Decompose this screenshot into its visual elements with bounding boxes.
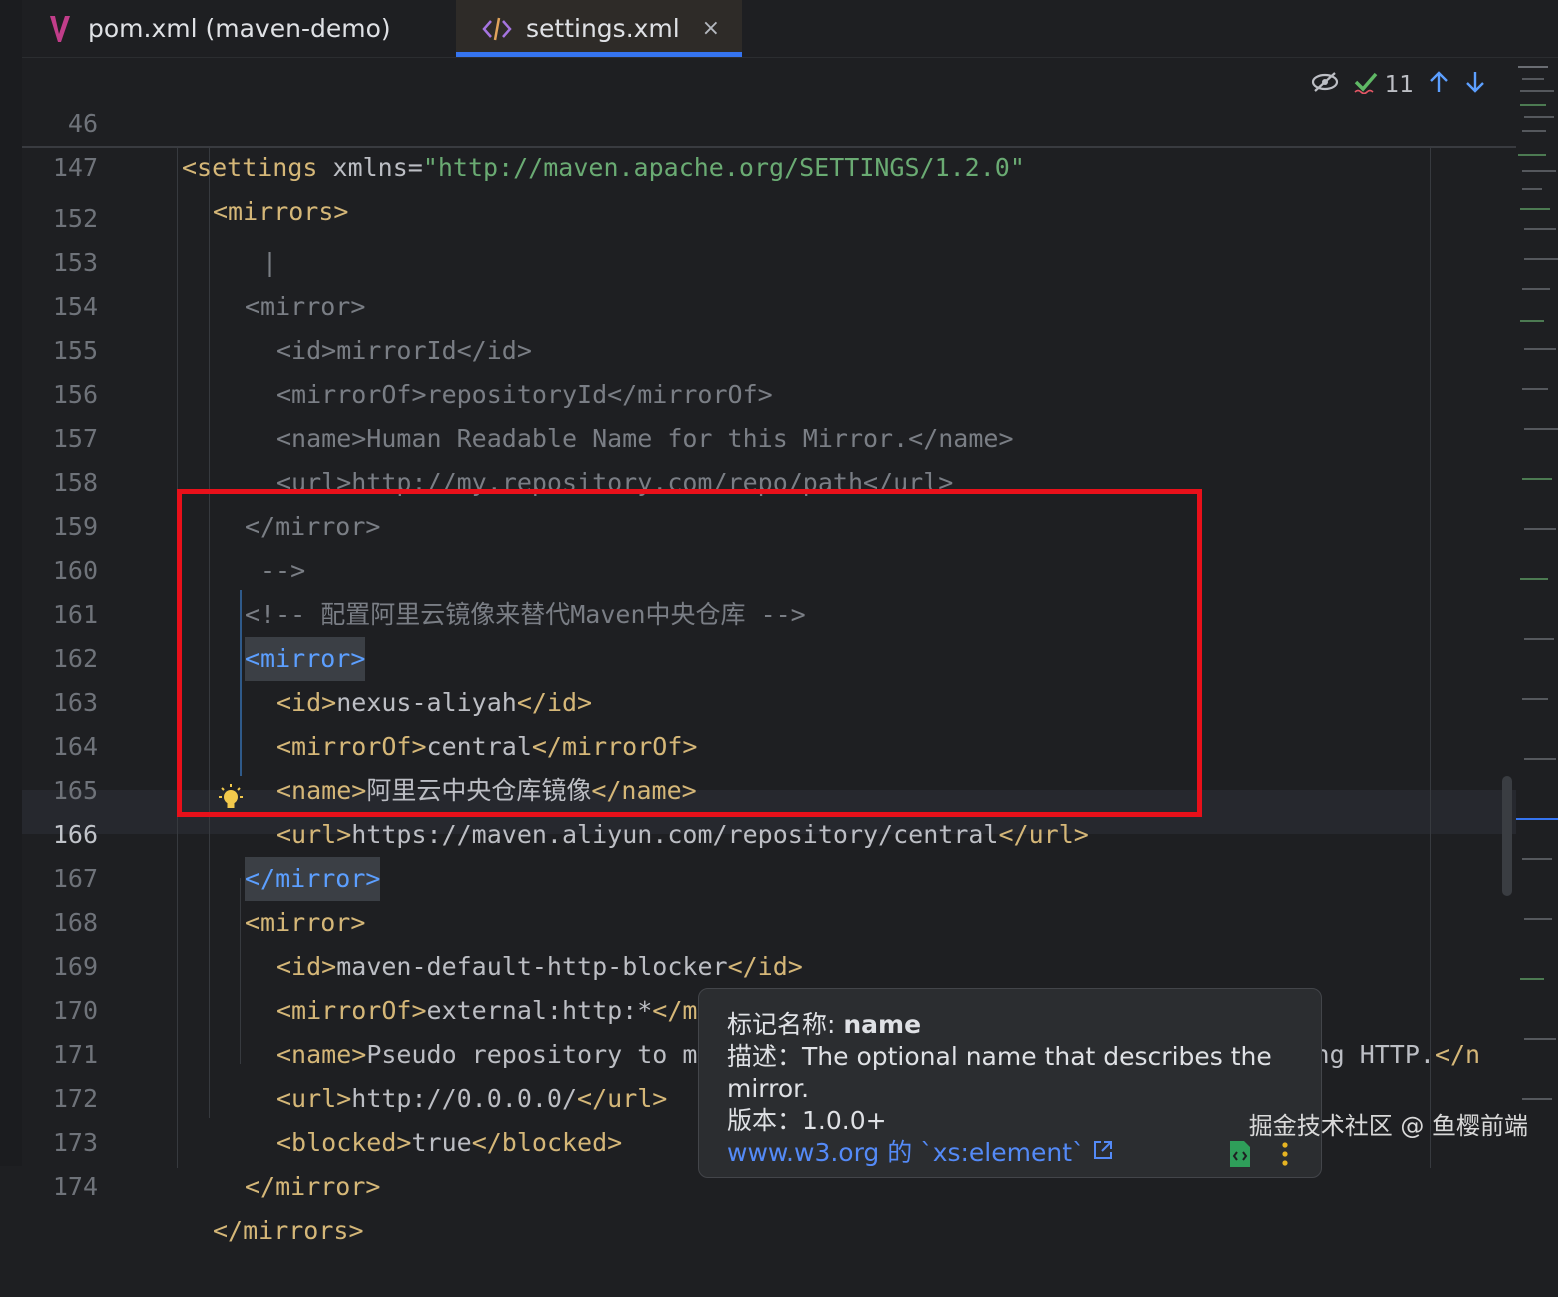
code-line: 167 <mirror> [22,813,366,937]
highlight-annotation-box [177,489,1202,817]
code-text: <mirrorOf>repositoryId</mirrorOf> [276,380,773,409]
left-rail [0,0,22,1166]
active-tab-indicator [456,52,742,57]
code-line: 166 </mirror> [22,769,381,901]
reader-mode-icon[interactable] [1311,71,1339,99]
code-line: 170 <name>Pseudo repository to mirror ex… [22,945,1480,1069]
inspection-widget: 11 [1311,70,1486,100]
indent-guide [240,878,241,1064]
sticky-scroll-header[interactable]: 46 <settings xmlns="http://maven.apache.… [22,58,1516,226]
documentation-tooltip: 标记名称: name 描述：The optional name that des… [698,988,1322,1178]
code-line: 157 <url>http://my.repository.com/repo/p… [22,373,953,497]
code-text: <name>Human Readable Name for this Mirro… [276,424,1014,453]
code-line: 161 <mirror> [22,549,366,681]
close-icon[interactable]: × [702,16,720,41]
code-line: 172 <blocked>true</blocked> [22,1033,622,1157]
right-margin-guide [1430,148,1431,1168]
code-line: 165 <url>https://maven.aliyun.com/reposi… [22,725,1089,849]
code-line: 159 --> [22,461,305,585]
arrow-up-icon[interactable] [1428,70,1450,100]
vertical-scrollbar[interactable] [1502,776,1512,896]
code-line: 155 <mirrorOf>repositoryId</mirrorOf> [22,285,773,409]
sticky-line[interactable]: 147 <mirrors> [22,102,349,226]
code-text: </mirror> [245,857,381,901]
code-line: 162 <id>nexus-aliyah</id> [22,593,592,717]
editor-tab-bar: pom.xml (maven-demo) settings.xml × [22,0,1558,58]
code-text: <id>maven-default-http-blocker</id> [276,952,803,981]
code-text: | [262,248,278,277]
code-text: </mirror> [245,1172,381,1201]
xml-code-icon [482,16,512,42]
code-line: 168 <id>maven-default-http-blocker</id> [22,857,803,981]
tab-settings-xml[interactable]: settings.xml × [456,0,742,57]
arrow-down-icon[interactable] [1464,70,1486,100]
tooltip-tag-label: 标记名称: [727,1010,844,1039]
code-text: <url>http://0.0.0.0/</url> [276,1084,668,1113]
tooltip-actions [1227,1139,1289,1177]
code-line: 160 <!-- 配置阿里云镜像来替代Maven中央仓库 --> [22,505,806,629]
code-text: <mirror> [245,292,366,321]
checkmark-icon[interactable] [1353,70,1379,100]
code-line: 169 <mirrorOf>external:http:*</mirrorOf> [22,901,818,1025]
maven-icon [48,14,74,44]
sticky-line[interactable]: 46 <settings xmlns="http://maven.apache.… [22,58,1025,182]
watermark: 掘金技术社区 @ 鱼樱前端 [1248,1112,1528,1140]
code-text: <mirrors> [213,197,349,226]
tab-pom-xml[interactable]: pom.xml (maven-demo) [48,0,391,57]
code-line: 164 <name>阿里云中央仓库镜像</name> [22,681,697,805]
code-line: 156 <name>Human Readable Name for this M… [22,329,1014,453]
code-line: 171 <url>http://0.0.0.0/</url> [22,989,668,1113]
code-text: <url>https://maven.aliyun.com/repository… [276,820,1089,849]
code-line: 173 </mirror> [22,1077,381,1201]
tooltip-description: 描述：The optional name that describes the … [727,1042,1272,1103]
tab-label: settings.xml [526,14,680,43]
inspection-count: 11 [1384,72,1414,98]
tooltip-version: 版本：1.0.0+ [727,1106,887,1135]
code-text: </mirrors> [213,1216,364,1245]
minimap[interactable] [1516,58,1558,1166]
code-line: 158 </mirror> [22,417,381,541]
code-text: <id>mirrorId</id> [276,336,532,365]
code-line: 174 </mirrors> [22,1121,364,1245]
tooltip-link[interactable]: www.w3.org 的 `xs:element` [727,1138,1085,1167]
more-options-icon[interactable] [1281,1141,1289,1175]
code-text: <mirror> [245,908,366,937]
tooltip-link-line[interactable]: www.w3.org 的 `xs:element` [727,1137,1293,1169]
code-text: <settings xmlns="http://maven.apache.org… [182,153,1025,182]
line-number: 147 [52,153,98,182]
external-link-icon[interactable] [1092,1138,1114,1167]
tooltip-tag-name: name [843,1010,922,1039]
line-number: 174 [52,1172,98,1201]
tab-label: pom.xml (maven-demo) [88,14,391,43]
xml-file-icon[interactable] [1227,1139,1253,1177]
tooltip-tag-line: 标记名称: name [727,1009,1293,1041]
code-line: 163 <mirrorOf>central</mirrorOf> [22,637,698,761]
code-text: <blocked>true</blocked> [276,1128,623,1157]
